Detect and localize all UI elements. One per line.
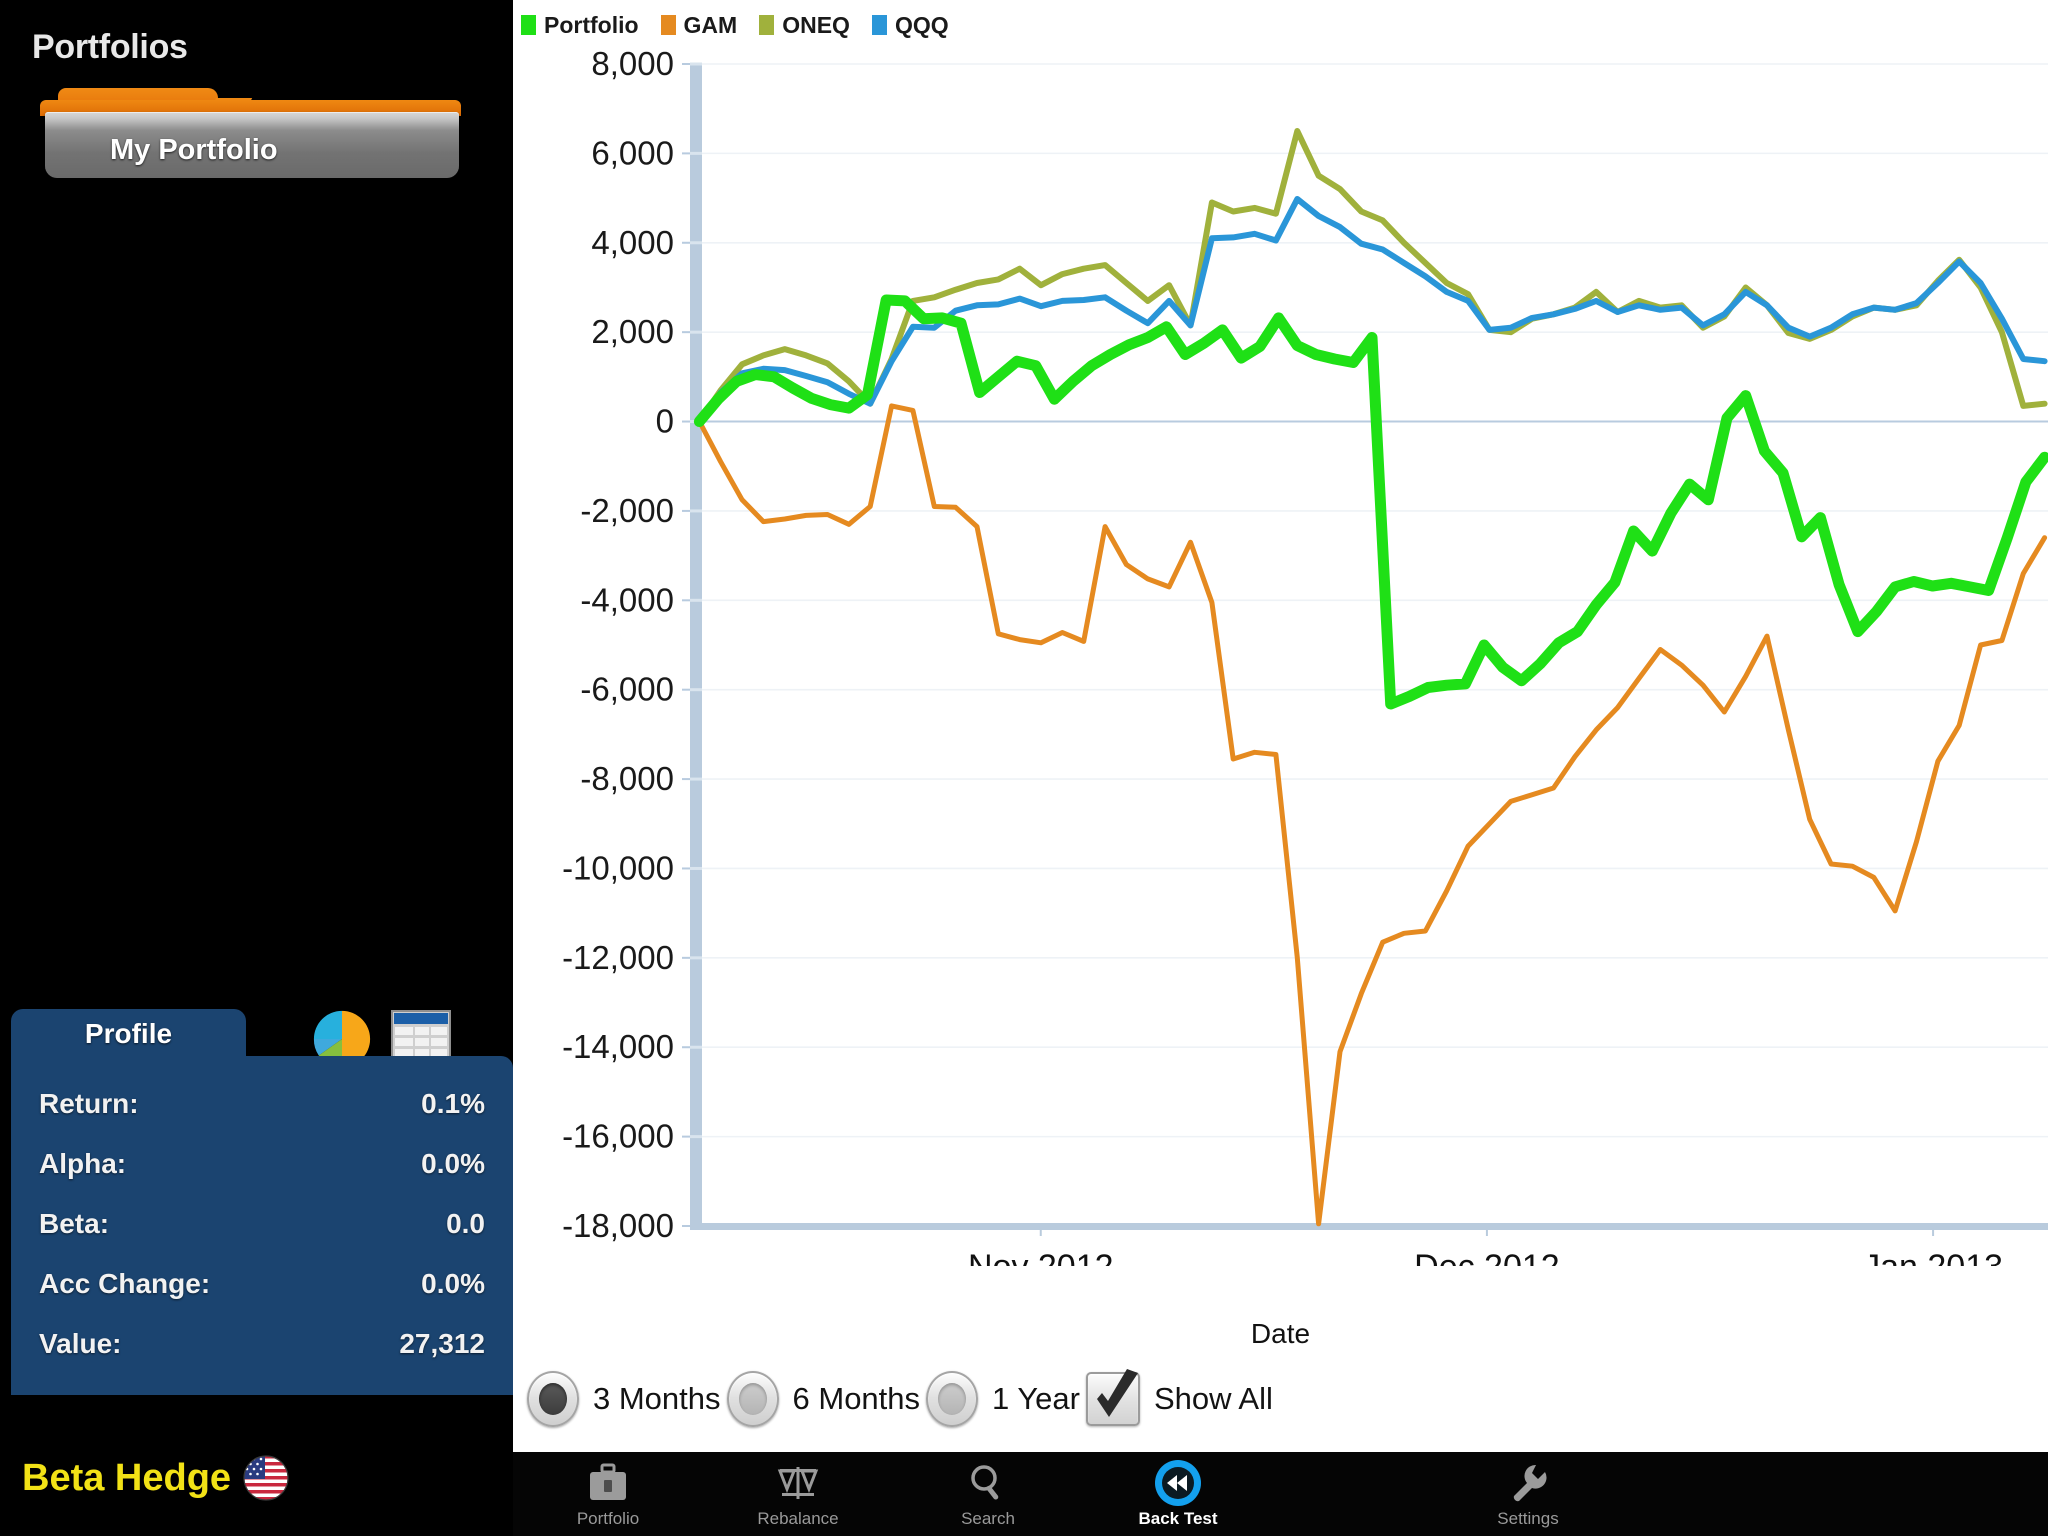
radio-1-year-group[interactable]: 1 Year xyxy=(926,1371,1086,1427)
legend-item-gam[interactable]: GAM xyxy=(660,11,738,39)
portfolio-folder-label: My Portfolio xyxy=(110,134,278,166)
legend-label: GAM xyxy=(683,11,738,38)
radio-6-months-group[interactable]: 6 Months xyxy=(726,1371,927,1427)
stat-row-acc-change: Acc Change: 0.0% xyxy=(39,1254,485,1314)
radio-6-months-label: 6 Months xyxy=(792,1381,921,1416)
brand-name: Beta Hedge xyxy=(22,1456,232,1499)
tab-settings-label: Settings xyxy=(1497,1508,1559,1528)
portfolio-folder-item[interactable]: My Portfolio xyxy=(40,88,461,184)
stat-value-acc-change: 0.0% xyxy=(421,1268,485,1299)
tab-back-test[interactable]: Back Test xyxy=(1083,1452,1273,1536)
chart-pane: Portfolio GAM ONEQ QQQ 8,000 6,000 4,000 2,000… xyxy=(513,0,2048,1452)
tab-rebalance[interactable]: Rebalance xyxy=(703,1452,893,1536)
tab-profile[interactable]: Profile xyxy=(11,1009,246,1059)
magnifier-icon xyxy=(966,1460,1010,1506)
radio-1-year-dot xyxy=(938,1383,967,1415)
y-axis-tick-label: -6,000 xyxy=(580,671,674,708)
tab-portfolio-label: Portfolio xyxy=(576,1508,640,1528)
legend-label: ONEQ xyxy=(782,11,850,38)
stat-row-beta: Beta: 0.0 xyxy=(39,1194,485,1254)
radio-3-months[interactable] xyxy=(527,1371,579,1427)
legend-item-qqq[interactable]: QQQ xyxy=(871,11,949,39)
show-all-label: Show All xyxy=(1153,1381,1273,1416)
legend-swatch-icon xyxy=(521,15,536,35)
y-axis-tick-label: 0 xyxy=(656,403,674,440)
stat-label-return: Return: xyxy=(39,1088,139,1119)
y-axis-tick-label: 4,000 xyxy=(591,224,674,261)
stat-value-beta: 0.0 xyxy=(446,1208,485,1239)
tab-portfolio[interactable]: Portfolio xyxy=(513,1452,703,1536)
y-axis-tick-label: -16,000 xyxy=(562,1118,674,1155)
y-axis-tick-label: -14,000 xyxy=(562,1028,674,1065)
stat-label-alpha: Alpha: xyxy=(39,1148,127,1179)
x-axis-tick-label: Nov 2012 xyxy=(968,1248,1114,1266)
time-range-controls: 3 Months 6 Months 1 Year Show All xyxy=(513,1368,2048,1430)
stat-row-value: Value: 27,312 xyxy=(39,1314,485,1374)
chart-series-portfolio xyxy=(693,294,2048,710)
bottom-tab-bar: Portfolio Rebalance Search Back Test Set… xyxy=(513,1452,2048,1536)
radio-3-months-dot xyxy=(539,1383,567,1415)
x-axis-title: Date xyxy=(1250,1318,1311,1349)
legend-swatch-icon xyxy=(871,15,887,35)
radio-6-months[interactable] xyxy=(726,1371,779,1427)
line-chart-svg: 8,000 6,000 4,000 2,000 0 -2,000 -4,000 -6,000 -… xyxy=(562,45,2048,1266)
y-axis-tick-label: 2,000 xyxy=(591,313,674,350)
legend-item-portfolio[interactable]: Portfolio xyxy=(521,12,639,39)
y-axis-tick-label: -8,000 xyxy=(580,760,674,797)
x-axis-tick-label: Dec 2012 xyxy=(1414,1248,1560,1266)
tab-search[interactable]: Search xyxy=(893,1452,1083,1536)
wrench-icon xyxy=(1506,1460,1550,1506)
scales-icon xyxy=(776,1460,820,1506)
stat-value-return: 0.1% xyxy=(421,1088,485,1119)
y-axis-tick-label: -18,000 xyxy=(562,1207,674,1244)
stat-value-alpha: 0.0% xyxy=(421,1148,485,1179)
radio-3-months-group[interactable]: 3 Months xyxy=(527,1371,727,1427)
y-axis-tick-label: -2,000 xyxy=(580,492,674,529)
y-axis-tick-label: 6,000 xyxy=(591,134,674,171)
tab-search-label: Search xyxy=(961,1508,1015,1528)
y-axis-tick-label: -4,000 xyxy=(580,581,674,618)
chart-plot-area: 8,000 6,000 4,000 2,000 0 -2,000 -4,000 -6,000 -… xyxy=(513,44,2048,1266)
brand: Beta Hedge xyxy=(22,1455,289,1501)
legend-label: QQQ xyxy=(894,11,949,38)
radio-3-months-label: 3 Months xyxy=(593,1381,721,1416)
profile-stats-panel: Return: 0.1% Alpha: 0.0% Beta: 0.0 Acc C… xyxy=(11,1056,513,1395)
legend-label: Portfolio xyxy=(544,11,639,38)
rewind-icon xyxy=(1153,1459,1203,1506)
radio-6-months-dot xyxy=(738,1383,767,1415)
briefcase-icon xyxy=(586,1460,630,1506)
stat-value-value: 27,312 xyxy=(399,1328,485,1359)
chart-series-gam xyxy=(696,403,2048,1227)
stat-label-acc-change: Acc Change: xyxy=(39,1268,211,1299)
tab-back-test-label: Back Test xyxy=(1138,1508,1218,1528)
radio-1-year[interactable] xyxy=(926,1371,979,1427)
stat-label-value: Value: xyxy=(39,1328,122,1359)
radio-1-year-label: 1 Year xyxy=(992,1381,1080,1416)
y-axis-tick-label: -10,000 xyxy=(562,849,674,886)
y-axis-tick-label: -12,000 xyxy=(562,939,674,976)
checkmark-icon xyxy=(1096,1369,1138,1417)
legend-swatch-icon xyxy=(660,15,676,35)
us-flag-icon xyxy=(243,1455,289,1501)
app-root: Portfolios My Portfolio Profile Return: … xyxy=(0,0,2048,1536)
tab-rebalance-label: Rebalance xyxy=(757,1508,839,1528)
legend-item-oneq[interactable]: ONEQ xyxy=(759,12,850,39)
legend-swatch-icon xyxy=(759,15,775,35)
y-axis-tick-label: 8,000 xyxy=(591,45,674,82)
x-axis-tick-label: Jan 2013 xyxy=(1863,1248,2003,1266)
stat-row-return: Return: 0.1% xyxy=(39,1074,485,1134)
tab-settings[interactable]: Settings xyxy=(1433,1452,1623,1536)
chart-legend: Portfolio GAM ONEQ QQQ xyxy=(521,10,949,40)
show-all-group[interactable]: Show All xyxy=(1085,1369,1279,1426)
checkbox-show-all[interactable] xyxy=(1085,1369,1140,1426)
sidebar: Portfolios My Portfolio Profile Return: … xyxy=(0,0,513,1536)
tab-profile-label: Profile xyxy=(84,1018,173,1049)
stat-label-beta: Beta: xyxy=(39,1208,110,1239)
stat-row-alpha: Alpha: 0.0% xyxy=(39,1134,485,1194)
page-title: Portfolios xyxy=(32,28,188,66)
